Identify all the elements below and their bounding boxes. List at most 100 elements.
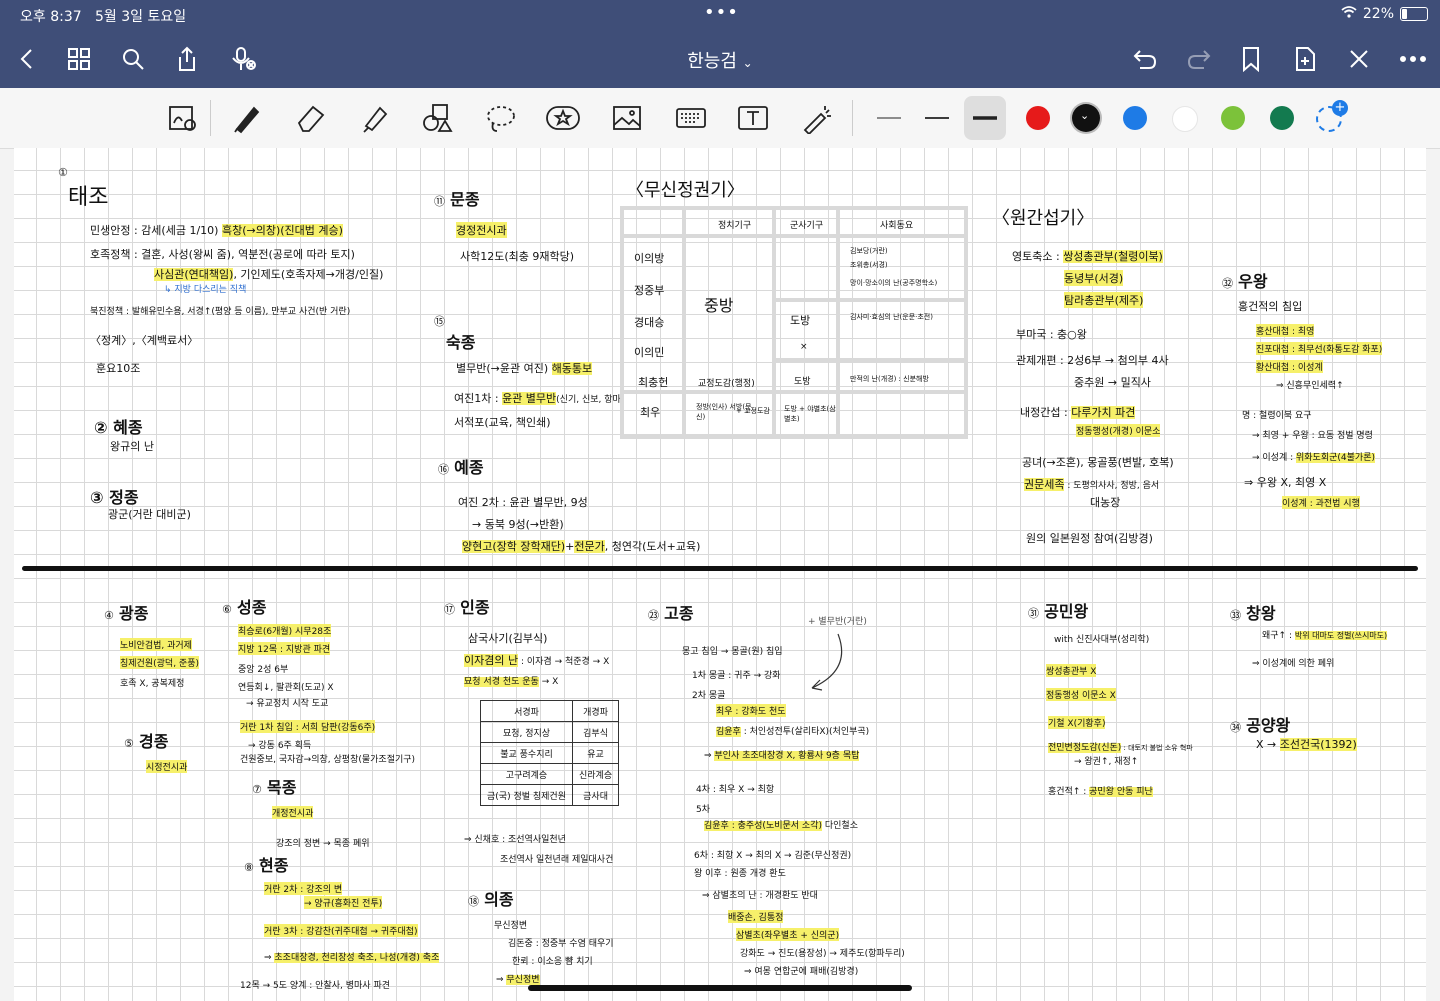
- taejo-number: ①: [58, 166, 68, 179]
- section-changwang: ㉝ 창왕: [1230, 600, 1276, 624]
- lasso-icon[interactable]: [480, 98, 522, 138]
- gojong-line-9: 김윤후 : 충주성(노비문서 소각) 다인철소: [704, 818, 858, 831]
- gongmin-line-5: 전민변정도감(신돈) : 대토지 불법 소유 혁파: [1048, 740, 1193, 753]
- home-indicator[interactable]: [528, 985, 912, 991]
- taejo-l1: 민생안정 : 감세(세금 1/10): [90, 224, 219, 237]
- text-box-icon[interactable]: [732, 98, 774, 138]
- color-swatch-white[interactable]: [1172, 106, 1198, 132]
- gongyang-l1: X →: [1256, 738, 1280, 751]
- curved-arrow-icon: [811, 633, 843, 691]
- gojong-line-7: 4차 : 최우 X → 최항: [696, 785, 775, 795]
- ujang-line-7: → 최영 + 우왕 : 요동 정벌 명령: [1252, 431, 1373, 441]
- section-hyeonjong: ⑧ 현종: [244, 852, 288, 876]
- section-divider: [22, 566, 1418, 571]
- taejo-line-7: 훈요10조: [96, 362, 141, 375]
- musin-col-line: [682, 210, 686, 435]
- munjong-title: 문종: [450, 190, 480, 209]
- changwang-l1: 왜구↑ :: [1262, 631, 1295, 641]
- seongjong-line-5: → 유교정치 시작 도교: [246, 699, 329, 709]
- seongjong-line-2: 지방 12목 : 지방관 파견: [238, 642, 331, 655]
- musin-title: 〈무신정권기〉: [626, 180, 745, 201]
- gongmin-line-1: with 신진사대부(성리학): [1054, 635, 1150, 645]
- wongan-l10b: : 도평의사사, 정방, 음서: [1064, 481, 1160, 491]
- color-swatch-black[interactable]: ⌄: [1072, 104, 1100, 132]
- yejong-title: 예종: [454, 458, 484, 477]
- undo-icon[interactable]: [1128, 42, 1162, 76]
- section-gojong: ㉓ 고종: [648, 600, 694, 624]
- highlighter-icon[interactable]: [354, 98, 396, 138]
- injong-line-3: 묘청 서경 천도 운동 → X: [464, 674, 558, 687]
- musin-row-line: [624, 234, 964, 238]
- keyboard-icon[interactable]: [670, 98, 712, 138]
- color-swatch-green[interactable]: [1221, 106, 1245, 130]
- gojong-line-16: ⇒ 여몽 연합군에 패배(김방경): [744, 967, 859, 977]
- laser-pointer-icon[interactable]: [796, 98, 838, 138]
- table-cell: 김부식: [571, 721, 620, 743]
- ujang-line-9: ⇒ 우왕 X, 최영 X: [1244, 476, 1327, 489]
- ujang-line-2: 홍산대첩 : 최영: [1256, 324, 1315, 337]
- taejo-l1-highlight: 흑창(→의창)(진대법 계승): [221, 224, 343, 237]
- color-swatch-blue[interactable]: [1123, 106, 1147, 130]
- add-page-icon[interactable]: [1288, 42, 1322, 76]
- gojong-annotation: + 별무반(거란): [808, 617, 867, 627]
- stroke-thin-icon[interactable]: [868, 98, 910, 138]
- injong-line-5: 조선역사 일천년래 제일대사건: [500, 855, 614, 865]
- hyeonjong-l4: ⇒: [264, 953, 275, 963]
- bookmark-icon[interactable]: [1234, 42, 1268, 76]
- zoom-write-icon[interactable]: [162, 98, 204, 138]
- pen-icon[interactable]: [226, 98, 268, 138]
- musin-x: ×: [800, 342, 808, 352]
- close-tools-icon[interactable]: [1342, 42, 1376, 76]
- gojong-number: ㉓: [648, 609, 659, 622]
- gojong-l9b: 다인철소: [822, 821, 858, 831]
- ujang-line-8: → 이성계 : 위화도회군(4불가론): [1252, 450, 1375, 463]
- musin-row-1: 정중부: [634, 284, 665, 297]
- sticker-icon[interactable]: [542, 98, 584, 138]
- taejo-title: 태조: [68, 185, 109, 210]
- gojong-line-6: ⇒ 부인사 초조대장경 X, 황룡사 9층 목탑: [704, 748, 860, 761]
- changwang-line-1: 왜구↑ : 박위 대마도 정벌(쓰시마도): [1262, 628, 1388, 641]
- color-swatch-red[interactable]: [1026, 106, 1050, 130]
- ujang-line-6: 명 : 철령이북 요구: [1242, 411, 1312, 421]
- eraser-icon[interactable]: [290, 98, 332, 138]
- gojong-line-12: ⇒ 삼별초의 난 : 개경환도 반대: [702, 891, 818, 901]
- ujang-l8: → 이성계 :: [1252, 453, 1296, 463]
- musin-gyojeong: 교정도감(행정): [698, 379, 755, 389]
- gwangjong-line-2: 칭제건원(광덕, 준풍): [120, 656, 199, 669]
- gojong-line-14: 삼별초(좌우별초 + 신의군): [736, 928, 840, 941]
- stroke-medium-icon[interactable]: [916, 98, 958, 138]
- musin-dobang-2: 도방: [794, 377, 811, 387]
- stroke-thick-icon[interactable]: [964, 96, 1006, 140]
- gojong-line-5: 김윤후 : 처인성전투(살리타X)(처인부곡): [716, 724, 869, 737]
- ujang-line-10: 이성계 : 과전법 시행: [1282, 496, 1360, 509]
- gojong-line-4: 최우 : 강화도 천도: [716, 704, 786, 717]
- musin-yabyeolcho: 도방 + 야별초(삼별초): [784, 405, 836, 423]
- color-swatch-dark-green[interactable]: [1270, 106, 1294, 130]
- musin-col-society: 사회동요: [880, 221, 914, 231]
- musin-row-line: [624, 390, 964, 394]
- add-color-button[interactable]: +: [1316, 100, 1348, 132]
- more-icon[interactable]: [1396, 42, 1430, 76]
- hyeonjong-line-1: 거란 2차 : 강조의 변: [264, 882, 343, 895]
- multitask-dots-icon[interactable]: •••: [704, 4, 739, 22]
- taejo-l3b: , 기인제도(호족자제→개경/인질): [233, 268, 384, 281]
- gojong-line-11: 왕 이후 : 원종 개경 환도: [694, 869, 786, 879]
- section-ujang: ㉜ 우왕: [1222, 268, 1268, 292]
- shapes-icon[interactable]: [416, 98, 458, 138]
- gojong-title: 고종: [664, 604, 694, 623]
- seongjong-title: 성종: [236, 598, 267, 617]
- taejo-l3-highlight: 사심관(연대책임): [154, 268, 234, 281]
- redo-icon[interactable]: [1182, 42, 1216, 76]
- gyeongjong-title: 경종: [138, 732, 169, 751]
- wongan-line-1: 영토축소 : 쌍성총관부(철령이북): [1012, 248, 1163, 264]
- image-icon[interactable]: [606, 98, 648, 138]
- gongmin-l5-highlight: 전민변정도감(신돈): [1048, 743, 1122, 753]
- wongan-line-8: 정동행성(개경) 이문소: [1076, 424, 1161, 437]
- changwang-title: 창왕: [1246, 604, 1276, 623]
- musin-col-military: 군사기구: [790, 221, 824, 231]
- musin-jungbang: 중방: [704, 296, 734, 315]
- table-row: 금(국) 정벌 칭제건원 금사대: [480, 784, 620, 806]
- musin-society-3: 김사미·효심의 난(운문·초전): [850, 313, 933, 321]
- chevron-down-icon: ⌄: [742, 56, 753, 70]
- document-title[interactable]: 한능검 ⌄: [0, 47, 1440, 73]
